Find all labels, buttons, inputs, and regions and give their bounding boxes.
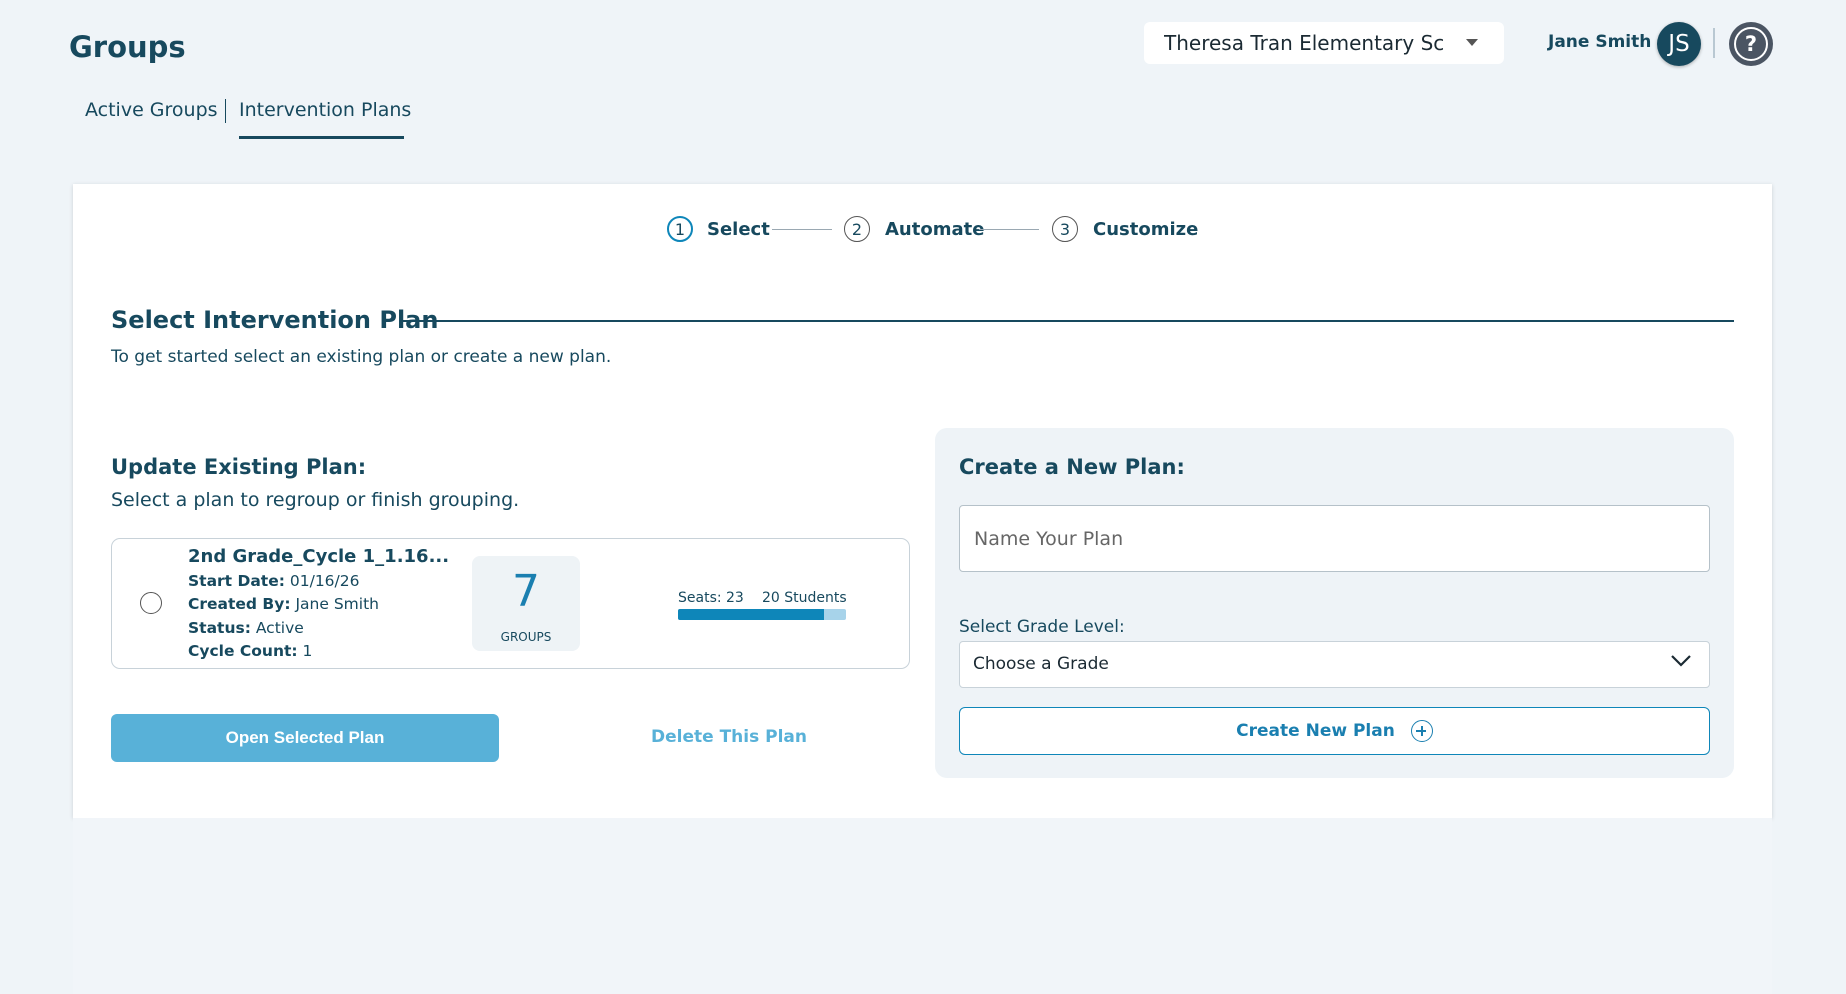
header-divider (1713, 28, 1715, 58)
plan-status: Status: Active (188, 619, 304, 637)
update-plan-heading: Update Existing Plan: (111, 455, 367, 479)
step-3-circle: 3 (1052, 216, 1078, 242)
step-connector (772, 229, 832, 230)
page-title: Groups (69, 30, 186, 64)
plan-created-by: Created By: Jane Smith (188, 595, 379, 613)
step-1-circle: 1 (667, 216, 693, 242)
tab-intervention-plans[interactable]: Intervention Plans (239, 99, 411, 121)
step-connector (979, 229, 1039, 230)
create-plan-heading: Create a New Plan: (959, 455, 1185, 479)
delete-plan-link[interactable]: Delete This Plan (651, 727, 807, 747)
students-label: 20 Students (762, 590, 847, 606)
step-1-label: Select (707, 219, 770, 240)
section-subtitle: To get started select an existing plan o… (111, 347, 612, 367)
step-2-circle: 2 (844, 216, 870, 242)
school-dropdown-value: Theresa Tran Elementary School (1164, 31, 1444, 55)
update-plan-subtitle: Select a plan to regroup or finish group… (111, 489, 520, 511)
tab-active-groups[interactable]: Active Groups (85, 99, 218, 121)
groups-label: GROUPS (500, 630, 552, 644)
avatar[interactable]: JS (1657, 22, 1701, 66)
chevron-down-icon (1671, 655, 1691, 667)
plan-name: 2nd Grade_Cycle 1_1.16... (188, 546, 450, 567)
user-name: Jane Smith (1548, 32, 1652, 52)
create-new-plan-button[interactable]: Create New Plan (959, 707, 1710, 755)
plus-circle-icon (1410, 720, 1433, 742)
create-new-plan-label: Create New Plan (1236, 721, 1395, 741)
step-2-label: Automate (885, 219, 985, 240)
school-dropdown[interactable]: Theresa Tran Elementary School (1144, 22, 1504, 64)
section-divider (401, 320, 1734, 322)
help-icon: ? (1734, 27, 1768, 61)
bottom-panel (73, 818, 1772, 994)
plan-radio[interactable] (140, 592, 162, 614)
plan-start-date: Start Date: 01/16/26 (188, 572, 360, 590)
grade-level-label: Select Grade Level: (959, 617, 1125, 637)
plan-cycle-count: Cycle Count: 1 (188, 642, 313, 660)
plan-name-input[interactable] (959, 505, 1710, 572)
seats-progress-fill (678, 609, 824, 620)
tab-separator (225, 99, 226, 123)
seats-label: Seats: 23 (678, 590, 744, 606)
step-3-label: Customize (1093, 219, 1199, 240)
caret-down-icon (1466, 39, 1478, 46)
help-button[interactable]: ? (1729, 22, 1773, 66)
active-tab-indicator (239, 136, 404, 139)
groups-count: 7 (512, 566, 540, 617)
section-title: Select Intervention Plan (111, 306, 439, 334)
grade-select-value: Choose a Grade (973, 654, 1109, 674)
open-selected-plan-button[interactable]: Open Selected Plan (111, 714, 499, 762)
